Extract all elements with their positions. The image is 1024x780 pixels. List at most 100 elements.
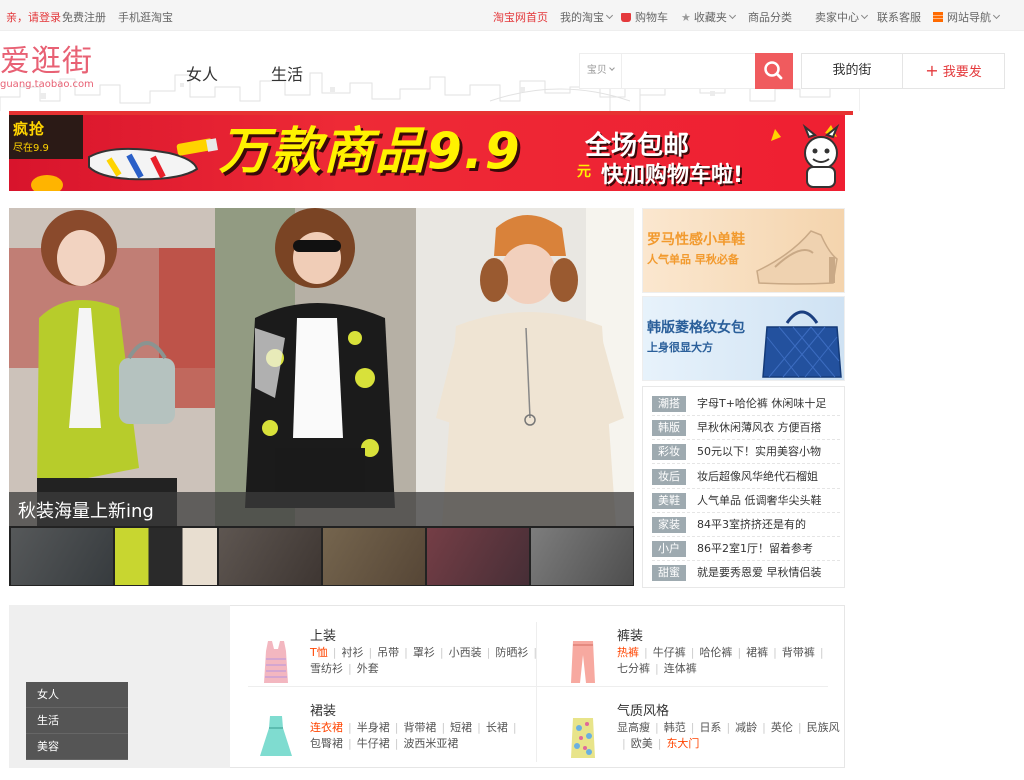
promo-shoes[interactable]: 罗马性感小单鞋 人气单品 早秋必备	[642, 208, 845, 293]
promo-banner[interactable]: 疯抢 尽在9.9 万款商品9.9 元 全场包邮 快加购物车啦!	[9, 115, 845, 191]
seller-center-menu[interactable]: 卖家中心	[815, 9, 869, 25]
category-link[interactable]: 牛仔裙	[357, 736, 390, 752]
category-link[interactable]: 雪纺衫	[310, 661, 343, 677]
search-button[interactable]	[755, 53, 793, 89]
contact-link[interactable]: 联系客服	[877, 9, 921, 25]
category-link[interactable]: 外套	[357, 661, 379, 677]
topic-separator	[652, 536, 840, 537]
category-link[interactable]: 东大门	[666, 736, 699, 752]
mobile-link[interactable]: 手机逛淘宝	[118, 9, 173, 25]
search-input[interactable]	[623, 54, 754, 88]
slide-thumb-5[interactable]	[427, 528, 529, 585]
favorites-label: 收藏夹	[693, 11, 727, 24]
promo-title: 韩版菱格纹女包	[647, 320, 745, 336]
category-link[interactable]: 波西米亚裙	[403, 736, 458, 752]
topic-text[interactable]: 86平2室1厅！留着参考	[697, 541, 813, 557]
category-link[interactable]: 热裤	[617, 645, 639, 661]
category-link[interactable]: 长裙	[486, 720, 508, 736]
pants-thumbnail	[571, 641, 595, 683]
category-link[interactable]: 衬衫	[341, 645, 363, 661]
promo-bag[interactable]: 韩版菱格纹女包 上身很显大方	[642, 296, 845, 381]
hero-slideshow[interactable]: 秋装海量上新ing	[9, 208, 634, 526]
category-link[interactable]: 七分裤	[617, 661, 650, 677]
link-separator: |	[819, 646, 824, 659]
category-title: 上装	[310, 629, 337, 644]
category-link[interactable]: 背带裤	[782, 645, 815, 661]
post-button[interactable]: + 我要发	[903, 54, 1004, 88]
topic-label: 小户	[652, 541, 686, 558]
slide-thumb-4[interactable]	[323, 528, 425, 585]
category-link[interactable]: 韩范	[664, 720, 686, 736]
topic-text[interactable]: 50元以下！实用美容小物	[697, 444, 821, 460]
topic-text[interactable]: 妆后超像风华绝代石榴姐	[697, 469, 818, 485]
topic-row[interactable]: 彩妆 50元以下！实用美容小物	[643, 443, 846, 465]
logo-url: guang.taobao.com	[0, 79, 94, 90]
chevron-down-icon	[728, 11, 736, 20]
topic-row[interactable]: 美鞋 人气单品 低调奢华尖头鞋	[643, 492, 846, 513]
category-link[interactable]: 半身裙	[357, 720, 390, 736]
category-link[interactable]: 哈伦裤	[699, 645, 732, 661]
topic-row[interactable]: 韩版 早秋休闲薄风衣 方便百搭	[643, 419, 846, 441]
nav-women[interactable]: 女人	[186, 61, 218, 85]
category-link[interactable]: 连衣裙	[310, 720, 343, 736]
link-separator: |	[348, 737, 352, 750]
nav-life[interactable]: 生活	[271, 61, 303, 85]
topic-row[interactable]: 家装 84平3室挤挤还是有的	[643, 516, 846, 537]
logo-text: 爱逛街	[0, 44, 93, 79]
login-link[interactable]: 亲，请登录	[6, 9, 61, 25]
cart-link[interactable]: 购物车	[621, 9, 668, 25]
category-link[interactable]: T恤	[310, 645, 328, 661]
category-link[interactable]: 短裙	[450, 720, 472, 736]
topic-row[interactable]: 小户 86平2室1厅！留着参考	[643, 540, 846, 562]
category-nav-women[interactable]: 女人	[26, 682, 128, 708]
my-street-button[interactable]: 我的街	[802, 54, 903, 88]
link-separator: |	[439, 646, 444, 659]
topic-text[interactable]: 就是要秀恩爱 早秋情侣装	[697, 565, 822, 581]
category-link[interactable]: 连体裤	[664, 661, 697, 677]
slide-thumb-3[interactable]	[219, 528, 321, 585]
slide-thumb-2[interactable]	[115, 528, 217, 585]
category-nav-beauty[interactable]: 美容	[26, 734, 128, 760]
topic-row[interactable]: 妆后 妆后超像风华绝代石榴姐	[643, 468, 846, 489]
category-link[interactable]: 欧美	[631, 736, 653, 752]
category-link[interactable]: 日系	[699, 720, 721, 736]
slide-caption: 秋装海量上新ing	[18, 501, 154, 522]
link-separator: |	[737, 646, 742, 659]
site-nav-menu[interactable]: 网站导航	[933, 9, 1001, 25]
categories-link[interactable]: 商品分类	[748, 9, 792, 25]
category-link[interactable]: 小西装	[449, 645, 482, 661]
category-link[interactable]: 牛仔裤	[653, 645, 686, 661]
link-separator: |	[394, 721, 399, 734]
category-link[interactable]: 背带裙	[403, 720, 436, 736]
link-separator: |	[441, 721, 446, 734]
category-link[interactable]: 吊带	[377, 645, 399, 661]
category-link[interactable]: 罩衫	[413, 645, 435, 661]
category-link[interactable]: 减龄	[735, 720, 757, 736]
favorites-menu[interactable]: ★ 收藏夹	[681, 9, 736, 25]
category-link[interactable]: 英伦	[771, 720, 793, 736]
cartoon-mascot	[771, 123, 840, 188]
search-category-select[interactable]: 宝贝	[580, 54, 622, 88]
link-separator: |	[486, 646, 491, 659]
topic-text[interactable]: 84平3室挤挤还是有的	[697, 517, 806, 533]
slide-thumb-6[interactable]	[531, 528, 633, 585]
topic-text[interactable]: 早秋休闲薄风衣 方便百搭	[697, 420, 822, 436]
site-logo[interactable]: 爱逛街 guang.taobao.com	[0, 44, 94, 91]
promo-subtitle: 上身很显大方	[647, 341, 713, 354]
topic-text[interactable]: 字母T+哈伦裤 休闲味十足	[697, 396, 826, 412]
category-link[interactable]: 防晒衫	[495, 645, 528, 661]
category-nav-life[interactable]: 生活	[26, 708, 128, 734]
topic-row[interactable]: 潮搭 字母T+哈伦裤 休闲味十足	[643, 395, 846, 416]
cart-icon	[621, 13, 631, 22]
category-link[interactable]: 包臀裙	[310, 736, 343, 752]
topic-text[interactable]: 人气单品 低调奢华尖头鞋	[697, 493, 822, 509]
taobao-home-link[interactable]: 淘宝网首页	[493, 9, 548, 25]
my-taobao-menu[interactable]: 我的淘宝	[560, 9, 614, 25]
register-link[interactable]: 免费注册	[62, 9, 106, 25]
slideshow-thumbnails	[9, 526, 634, 586]
slide-thumb-1[interactable]	[11, 528, 113, 585]
category-link[interactable]: 显高瘦	[617, 720, 650, 736]
category-link[interactable]: 裙裤	[746, 645, 768, 661]
category-link[interactable]: 民族风	[807, 720, 840, 736]
topic-row[interactable]: 甜蜜 就是要秀恩爱 早秋情侣装	[643, 564, 846, 582]
